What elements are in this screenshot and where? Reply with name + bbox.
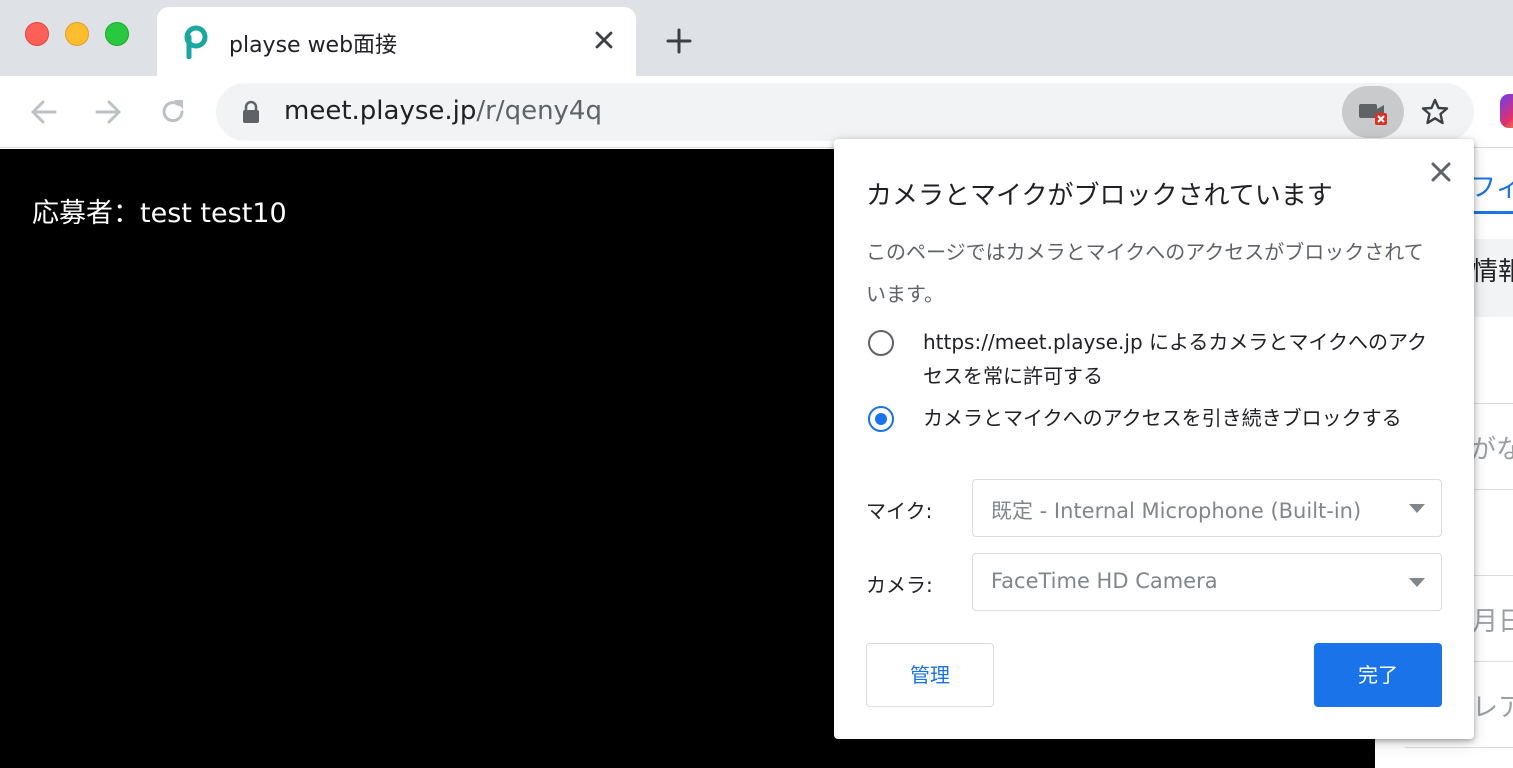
browser-tab-active[interactable]: playse web面接 xyxy=(157,7,636,76)
url-path: /r/qeny4q xyxy=(476,96,602,126)
chevron-down-icon xyxy=(1409,504,1425,513)
window-zoom-button[interactable] xyxy=(105,22,129,46)
window-minimize-button[interactable] xyxy=(65,22,89,46)
radio-label-block: カメラとマイクへのアクセスを引き続きブロックする xyxy=(923,406,1402,430)
side-item: レア xyxy=(1472,693,1513,723)
reload-icon[interactable] xyxy=(157,96,189,128)
radio-label-allow: https://meet.playse.jp によるカメラとマイクへのアクセスを… xyxy=(923,330,1428,388)
camera-label: カメラ: xyxy=(866,573,933,597)
lock-icon[interactable] xyxy=(240,100,262,124)
side-tab-indicator xyxy=(1470,211,1513,214)
popup-title: カメラとマイクがブロックされています xyxy=(866,181,1333,211)
done-button[interactable]: 完了 xyxy=(1314,643,1442,707)
camera-blocked-button[interactable] xyxy=(1342,86,1404,138)
mic-label: マイク: xyxy=(866,499,933,523)
mic-select-value: 既定 - Internal Microphone (Built-in) xyxy=(991,499,1362,523)
url-text[interactable]: meet.playse.jp/r/qeny4q xyxy=(284,96,602,126)
side-item: がな xyxy=(1470,435,1513,465)
side-item: 月日 xyxy=(1472,607,1513,637)
camera-blocked-icon xyxy=(1359,104,1387,125)
divider xyxy=(1405,747,1513,748)
radio-button-selected[interactable] xyxy=(868,406,894,432)
close-icon[interactable] xyxy=(1428,159,1454,185)
url-host: meet.playse.jp xyxy=(284,96,477,126)
address-bar[interactable]: meet.playse.jp/r/qeny4q xyxy=(216,83,1474,141)
mic-select[interactable]: 既定 - Internal Microphone (Built-in) xyxy=(972,479,1442,537)
browser-toolbar: meet.playse.jp/r/qeny4q xyxy=(0,76,1513,148)
extension-icon[interactable] xyxy=(1500,94,1513,128)
popup-description: このページではカメラとマイクへのアクセスがブロックされています。 xyxy=(866,240,1424,306)
tab-close-icon[interactable] xyxy=(591,27,617,53)
back-arrow-icon[interactable] xyxy=(28,96,60,128)
applicant-label: 応募者：test test10 xyxy=(32,198,287,229)
side-item: 情報 xyxy=(1472,257,1513,287)
camera-select-value: FaceTime HD Camera xyxy=(991,569,1218,593)
tab-strip: playse web面接 xyxy=(0,0,1513,76)
tab-title: playse web面接 xyxy=(229,33,398,58)
camera-select[interactable]: FaceTime HD Camera xyxy=(972,553,1442,611)
radio-button[interactable] xyxy=(868,330,894,356)
playse-logo-icon xyxy=(184,25,208,59)
new-tab-icon[interactable] xyxy=(664,26,694,56)
window-close-button[interactable] xyxy=(25,22,49,46)
manage-button[interactable]: 管理 xyxy=(866,643,994,707)
bookmark-star-icon[interactable] xyxy=(1420,97,1450,127)
side-tab-label[interactable]: フィ xyxy=(1470,167,1513,204)
permission-popup: カメラとマイクがブロックされています このページではカメラとマイクへのアクセスが… xyxy=(834,139,1474,739)
forward-arrow-icon[interactable] xyxy=(92,96,124,128)
chevron-down-icon xyxy=(1409,578,1425,587)
